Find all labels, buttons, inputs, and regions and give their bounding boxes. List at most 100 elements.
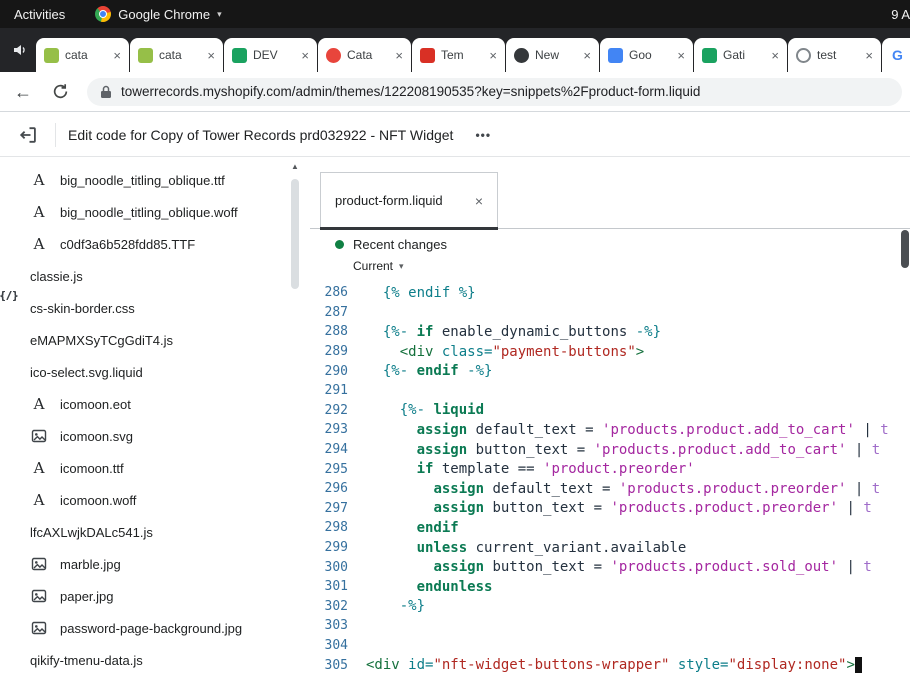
browser-tab[interactable]: Cata× [318, 38, 411, 72]
tab-favicon [326, 48, 341, 63]
tab-close-icon[interactable]: × [301, 49, 309, 62]
code-line[interactable]: 291 [310, 381, 910, 401]
exit-code-editor-button[interactable] [18, 125, 38, 145]
file-item[interactable]: Ac0df3a6b528fdd85.TTF [0, 228, 286, 260]
line-number: 298 [310, 520, 358, 535]
scrollbar-thumb[interactable] [291, 179, 299, 289]
editor-tab-close-icon[interactable]: × [475, 193, 483, 209]
back-icon[interactable]: ← [14, 83, 32, 101]
code-line[interactable]: 304 [310, 636, 910, 656]
browser-tab[interactable]: New× [506, 38, 599, 72]
font-file-icon: A [30, 395, 48, 413]
file-name: classie.js [30, 269, 83, 284]
code-line[interactable]: 295 if template == 'product.preorder' [310, 459, 910, 479]
file-item[interactable]: marble.jpg [0, 548, 286, 580]
code-line[interactable]: 296 assign default_text = 'products.prod… [310, 479, 910, 499]
code-area[interactable]: 286 {% endif %}287288 {%- if enable_dyna… [310, 283, 910, 674]
tab-favicon [44, 48, 59, 63]
file-item[interactable]: icomoon.svg [0, 420, 286, 452]
browser-tab[interactable]: cata× [130, 38, 223, 72]
browser-tab[interactable]: Tem× [412, 38, 505, 72]
code-line[interactable]: 290 {%- endif -%} [310, 361, 910, 381]
browser-tab[interactable]: DEV× [224, 38, 317, 72]
code-line[interactable]: 293 assign default_text = 'products.prod… [310, 420, 910, 440]
file-item[interactable]: {/}classie.js [0, 260, 286, 292]
address-bar[interactable]: towerrecords.myshopify.com/admin/themes/… [87, 78, 902, 106]
more-options-button[interactable]: ••• [469, 127, 497, 143]
tab-close-icon[interactable]: × [583, 49, 591, 62]
line-text: <div id="nft-widget-buttons-wrapper" sty… [358, 657, 862, 673]
browser-tab[interactable]: cata× [36, 38, 129, 72]
recent-changes: Recent changes Current ▾ [335, 237, 447, 273]
speaker-icon[interactable] [12, 42, 28, 63]
tab-favicon: G [890, 48, 905, 63]
version-selector[interactable]: Current ▾ [353, 259, 447, 273]
file-name: paper.jpg [60, 589, 114, 604]
text-cursor [855, 657, 862, 673]
browser-tab[interactable]: Gati × [694, 38, 787, 72]
line-number: 296 [310, 481, 358, 496]
reload-icon[interactable] [52, 83, 69, 100]
sidebar-scrollbar[interactable]: ▲ [288, 157, 302, 674]
file-item[interactable]: password-page-background.jpg [0, 612, 286, 644]
file-item[interactable]: {/}eMAPMXSyTCgGdiT4.js [0, 324, 286, 356]
tab-close-icon[interactable]: × [865, 49, 873, 62]
tab-title: Gati [723, 48, 765, 62]
line-number: 300 [310, 560, 358, 575]
file-item[interactable]: Abig_noodle_titling_oblique.woff [0, 196, 286, 228]
file-sidebar: Abig_noodle_titling_oblique.ttfAbig_nood… [0, 157, 310, 674]
code-line[interactable]: 301 endunless [310, 577, 910, 597]
browser-tab[interactable]: test× [788, 38, 881, 72]
code-line[interactable]: 298 endif [310, 518, 910, 538]
tab-close-icon[interactable]: × [113, 49, 121, 62]
editor-scrollbar-thumb[interactable] [901, 230, 909, 268]
tab-favicon [702, 48, 717, 63]
header-divider [55, 123, 56, 147]
file-item[interactable]: Aicomoon.woff [0, 484, 286, 516]
browser-tab[interactable]: Goo× [600, 38, 693, 72]
code-line[interactable]: 294 assign button_text = 'products.produ… [310, 440, 910, 460]
recent-changes-dot [335, 240, 344, 249]
code-line[interactable]: 286 {% endif %} [310, 283, 910, 303]
scroll-up-icon[interactable]: ▲ [288, 157, 302, 171]
image-file-icon [30, 620, 48, 636]
file-item[interactable]: paper.jpg [0, 580, 286, 612]
code-line[interactable]: 302 -%} [310, 597, 910, 617]
tab-close-icon[interactable]: × [207, 49, 215, 62]
code-line[interactable]: 289 <div class="payment-buttons"> [310, 342, 910, 362]
file-name: ico-select.svg.liquid [30, 365, 143, 380]
code-line[interactable]: 300 assign button_text = 'products.produ… [310, 557, 910, 577]
line-text: endif [358, 520, 459, 536]
tab-close-icon[interactable]: × [395, 49, 403, 62]
browser-tab[interactable]: G× [882, 38, 910, 72]
file-item[interactable]: {/}ico-select.svg.liquid [0, 356, 286, 388]
page-header: Edit code for Copy of Tower Records prd0… [0, 113, 910, 157]
line-text: assign button_text = 'products.product.a… [358, 442, 880, 458]
file-item[interactable]: {/}qikify-tmenu-data.js [0, 644, 286, 674]
code-line[interactable]: 292 {%- liquid [310, 401, 910, 421]
tab-close-icon[interactable]: × [489, 49, 497, 62]
code-line[interactable]: 303 [310, 616, 910, 636]
code-line[interactable]: 287 [310, 303, 910, 323]
code-line[interactable]: 297 assign button_text = 'products.produ… [310, 499, 910, 519]
code-line[interactable]: 305<div id="nft-widget-buttons-wrapper" … [310, 655, 910, 674]
app-menu-label: Google Chrome [118, 7, 210, 22]
version-label: Current [353, 259, 393, 273]
tab-strip: cata×cata×DEV×Cata×Tem×New×Goo×Gati×test… [0, 28, 910, 72]
tab-close-icon[interactable]: × [771, 49, 779, 62]
editor-file-tab[interactable]: product-form.liquid × [320, 172, 498, 228]
file-item[interactable]: {/}lfcAXLwjkDALc541.js [0, 516, 286, 548]
file-item[interactable]: Abig_noodle_titling_oblique.ttf [0, 164, 286, 196]
file-item[interactable]: Aicomoon.eot [0, 388, 286, 420]
line-text: if template == 'product.preorder' [358, 461, 695, 477]
file-name: cs-skin-border.css [30, 301, 135, 316]
file-item[interactable]: {/}cs-skin-border.css [0, 292, 286, 324]
tab-close-icon[interactable]: × [677, 49, 685, 62]
file-item[interactable]: Aicomoon.ttf [0, 452, 286, 484]
system-clock: 9 A [891, 0, 910, 28]
app-menu[interactable]: Google Chrome ▾ [95, 6, 221, 22]
file-name: big_noodle_titling_oblique.woff [60, 205, 238, 220]
code-line[interactable]: 288 {%- if enable_dynamic_buttons -%} [310, 322, 910, 342]
code-line[interactable]: 299 unless current_variant.available [310, 538, 910, 558]
activities-button[interactable]: Activities [0, 7, 79, 22]
